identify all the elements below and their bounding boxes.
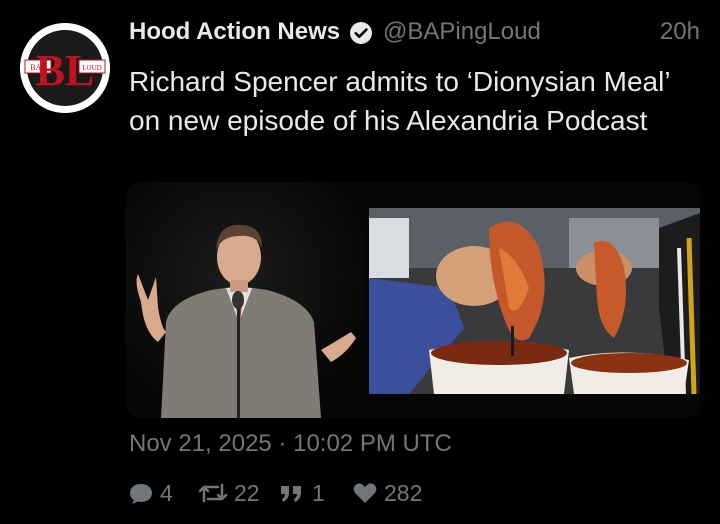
author-display-name[interactable]: Hood Action News [129,18,340,46]
tweet-actions: 4 22 1 282 [128,478,688,508]
retweet-count: 22 [234,479,260,506]
heart-icon [353,483,377,503]
like-button[interactable]: 282 [352,478,422,508]
tweet-time-ago[interactable]: 20h [660,18,700,46]
retweet-icon [198,483,228,503]
like-count: 282 [384,479,423,506]
tweet-media[interactable] [126,182,700,418]
photo-birria-tacos-consomme-icon[interactable] [369,208,700,394]
author-handle[interactable]: @BAPingLoud [383,18,541,46]
tweet-header: Hood Action News @BAPingLoud 20h [129,18,700,48]
photo-man-at-microphone-icon[interactable] [126,182,366,418]
quote-icon [281,486,301,502]
reply-icon [130,484,152,504]
avatar-logo-letters: BL [36,46,95,95]
bap-logo-icon: BAP LOUD BL [20,23,110,113]
avatar[interactable]: BAP LOUD BL [20,23,110,113]
verified-badge-icon [350,22,372,44]
tweet-text: Richard Spencer admits to ‘Dionysian Mea… [129,66,670,136]
quote-button[interactable]: 1 [278,478,325,508]
reply-button[interactable]: 4 [128,478,173,508]
tweet-timestamp[interactable]: Nov 21, 2025 · 10:02 PM UTC [129,430,452,458]
quote-count: 1 [312,479,325,506]
retweet-button[interactable]: 22 [198,478,260,508]
reply-count: 4 [160,479,173,506]
